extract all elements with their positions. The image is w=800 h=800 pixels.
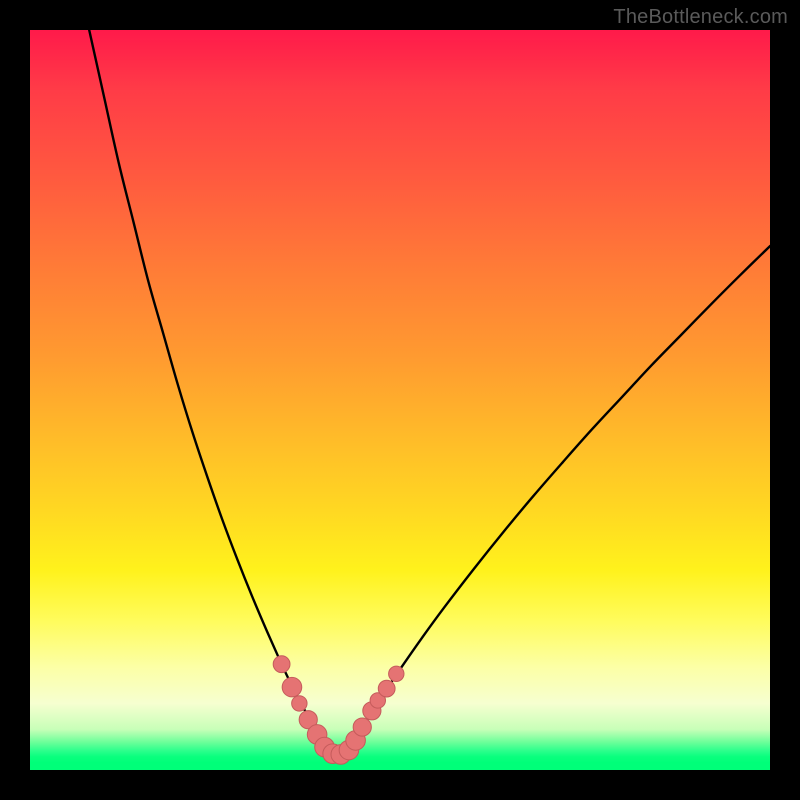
data-marker [282, 677, 302, 697]
plot-area [30, 30, 770, 770]
curve-canvas [30, 30, 770, 770]
marker-layer [273, 656, 404, 764]
bottleneck-curve [89, 30, 770, 755]
data-marker [389, 666, 404, 681]
data-marker [378, 680, 395, 697]
data-marker [273, 656, 290, 673]
watermark-label: TheBottleneck.com [613, 6, 788, 29]
data-marker [292, 696, 307, 711]
data-marker [353, 718, 371, 736]
chart-frame: TheBottleneck.com [0, 0, 800, 800]
